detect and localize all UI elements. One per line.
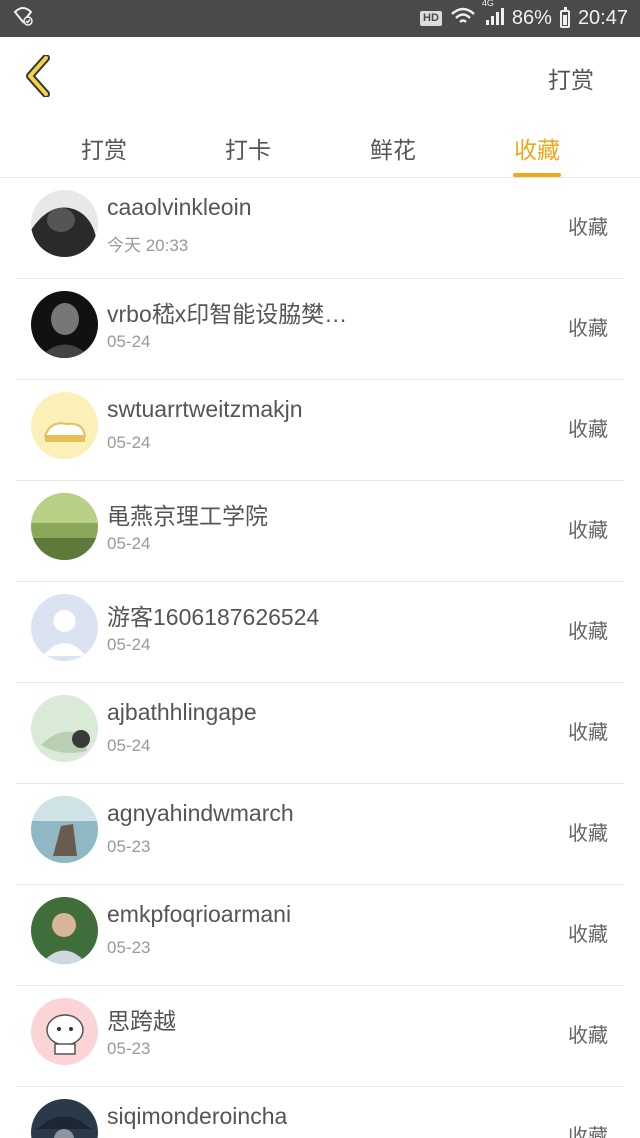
tab-favorites[interactable]: 收藏	[513, 131, 561, 177]
avatar	[31, 594, 98, 661]
user-name: caaolvinkleoin	[107, 194, 252, 220]
tab-bar: 打赏 打卡 鲜花 收藏	[0, 115, 640, 178]
action-label: 收藏	[568, 520, 608, 542]
action-label: 收藏	[568, 1025, 608, 1047]
battery-icon	[559, 6, 570, 28]
tab-reward[interactable]: 打赏	[80, 131, 128, 175]
avatar	[31, 493, 98, 560]
avatar	[31, 998, 98, 1065]
user-name: siqimonderoincha	[107, 1103, 288, 1129]
chevron-left-icon	[26, 54, 50, 98]
list-item[interactable]: siqimonderoincha 收藏	[16, 1087, 624, 1138]
cellular-signal-icon: 4G	[482, 0, 504, 31]
item-date: 05-24	[107, 433, 151, 452]
list-item[interactable]: 黾燕京理工学院 05-24 收藏	[16, 481, 624, 582]
user-name: 游客1606187626524	[107, 604, 320, 630]
tab-checkin[interactable]: 打卡	[224, 131, 272, 175]
action-label: 收藏	[568, 217, 608, 239]
action-label: 收藏	[568, 924, 608, 946]
status-left	[12, 6, 34, 31]
user-name: agnyahindwmarch	[107, 800, 294, 826]
user-name: 黾燕京理工学院	[107, 503, 268, 529]
item-date: 05-24	[107, 534, 151, 553]
hd-badge: HD	[420, 11, 442, 26]
list-item[interactable]: agnyahindwmarch 05-23 收藏	[16, 784, 624, 885]
avatar	[31, 695, 98, 762]
network-type: 4G	[481, 0, 494, 8]
list-item[interactable]: emkpfoqrioarmani 05-23 收藏	[16, 885, 624, 986]
list-item[interactable]: caaolvinkleoin 今天 20:33 收藏	[16, 178, 624, 279]
action-label: 收藏	[568, 722, 608, 744]
tab-flowers[interactable]: 鲜花	[369, 131, 417, 175]
action-label: 收藏	[568, 823, 608, 845]
header: 打赏	[0, 37, 640, 115]
user-name: swtuarrtweitzmakjn	[107, 396, 303, 422]
action-label: 收藏	[568, 419, 608, 441]
avatar	[31, 190, 98, 257]
favorites-list: caaolvinkleoin 今天 20:33 收藏 vrbo嵇x印智能设脇樊……	[0, 178, 640, 1138]
item-date: 05-24	[107, 332, 151, 351]
item-date: 05-24	[107, 635, 151, 654]
status-bar: HD 4G 86% 20:47	[0, 0, 640, 37]
item-date: 05-24	[107, 736, 151, 755]
notification-icon	[12, 6, 34, 31]
action-label: 收藏	[568, 318, 608, 340]
list-item[interactable]: swtuarrtweitzmakjn 05-24 收藏	[16, 380, 624, 481]
user-name: emkpfoqrioarmani	[107, 901, 292, 927]
avatar	[31, 1099, 98, 1138]
item-date: 05-23	[107, 1039, 151, 1058]
avatar	[31, 796, 98, 863]
action-label: 收藏	[568, 1126, 608, 1138]
user-name: ajbathhlingape	[107, 699, 257, 725]
item-date: 05-23	[107, 938, 151, 957]
back-button[interactable]	[20, 54, 60, 98]
reward-header-button[interactable]: 打赏	[548, 61, 594, 95]
status-right: HD 4G 86% 20:47	[420, 0, 628, 31]
list-item[interactable]: vrbo嵇x印智能设脇樊… 05-24 收藏	[16, 279, 624, 380]
clock: 20:47	[577, 7, 628, 29]
item-date: 今天 20:33	[107, 236, 189, 255]
item-date: 05-23	[107, 837, 151, 856]
action-label: 收藏	[568, 621, 608, 643]
avatar	[31, 291, 98, 358]
list-item[interactable]: 游客1606187626524 05-24 收藏	[16, 582, 624, 683]
list-item[interactable]: ajbathhlingape 05-24 收藏	[16, 683, 624, 784]
wifi-icon	[450, 6, 476, 31]
battery-percent: 86%	[511, 7, 552, 29]
list-item[interactable]: 思跨越 05-23 收藏	[16, 986, 624, 1087]
user-name: vrbo嵇x印智能设脇樊…	[107, 301, 348, 327]
avatar	[31, 392, 98, 459]
avatar	[31, 897, 98, 964]
user-name: 思跨越	[107, 1008, 176, 1034]
